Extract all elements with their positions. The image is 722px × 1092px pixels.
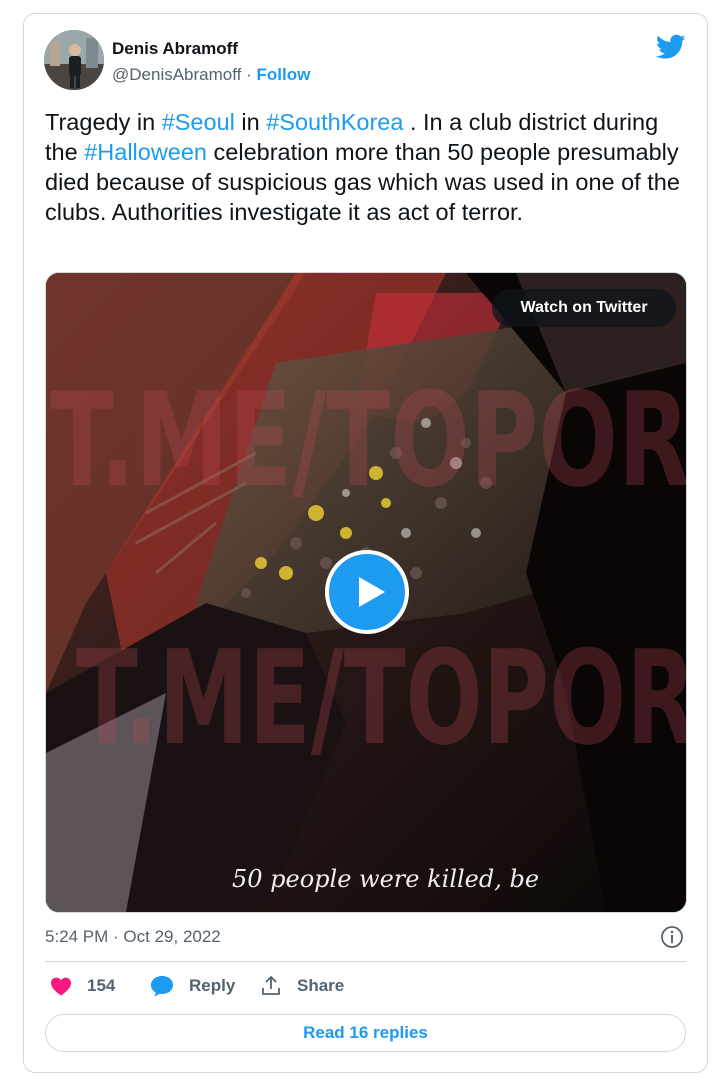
tweet-timestamp[interactable]: 5:24 PM · Oct 29, 2022: [45, 927, 221, 947]
video-media[interactable]: T.ME/TOPOR T.ME/TOPOR Watch on Twitter 5…: [45, 272, 687, 913]
like-count: 154: [87, 976, 116, 995]
play-button[interactable]: [325, 550, 409, 634]
heart-icon: [51, 977, 71, 996]
share-label: Share: [297, 976, 345, 995]
handle-separator: ·: [246, 65, 252, 84]
read-replies-button[interactable]: Read 16 replies: [45, 1014, 686, 1052]
share-button[interactable]: Share: [259, 974, 344, 998]
play-icon: [359, 577, 385, 607]
share-icon: [262, 975, 280, 995]
reply-label: Reply: [189, 976, 236, 995]
reply-button[interactable]: Reply: [149, 974, 235, 998]
info-icon[interactable]: [660, 925, 684, 949]
video-caption: 50 people were killed, be: [232, 865, 540, 893]
like-button[interactable]: 154: [49, 974, 115, 998]
tweet-text: Tragedy in #Seoul in #SouthKorea . In a …: [45, 107, 685, 227]
follow-button[interactable]: Follow: [257, 65, 311, 84]
author-handle-row: @DenisAbramoff · Follow: [112, 65, 310, 85]
author-handle[interactable]: @DenisAbramoff: [112, 65, 241, 84]
watch-on-twitter-button[interactable]: Watch on Twitter: [492, 289, 676, 327]
reply-bubble-icon: [151, 976, 173, 997]
hashtag-southkorea[interactable]: #SouthKorea: [266, 109, 403, 135]
twitter-bird-icon[interactable]: [656, 34, 686, 60]
tweet-text-segment: Tragedy in: [45, 109, 162, 135]
video-watermark-top: T.ME/TOPOR: [50, 364, 686, 516]
divider: [45, 961, 686, 962]
tweet-card: Denis Abramoff @DenisAbramoff · Follow T…: [23, 13, 708, 1073]
video-watermark-bottom: T.ME/TOPOR: [76, 622, 686, 774]
tweet-text-segment: in: [234, 109, 267, 135]
author-name[interactable]: Denis Abramoff: [112, 39, 238, 59]
hashtag-halloween[interactable]: #Halloween: [84, 139, 207, 165]
avatar[interactable]: [44, 30, 104, 90]
hashtag-seoul[interactable]: #Seoul: [162, 109, 235, 135]
